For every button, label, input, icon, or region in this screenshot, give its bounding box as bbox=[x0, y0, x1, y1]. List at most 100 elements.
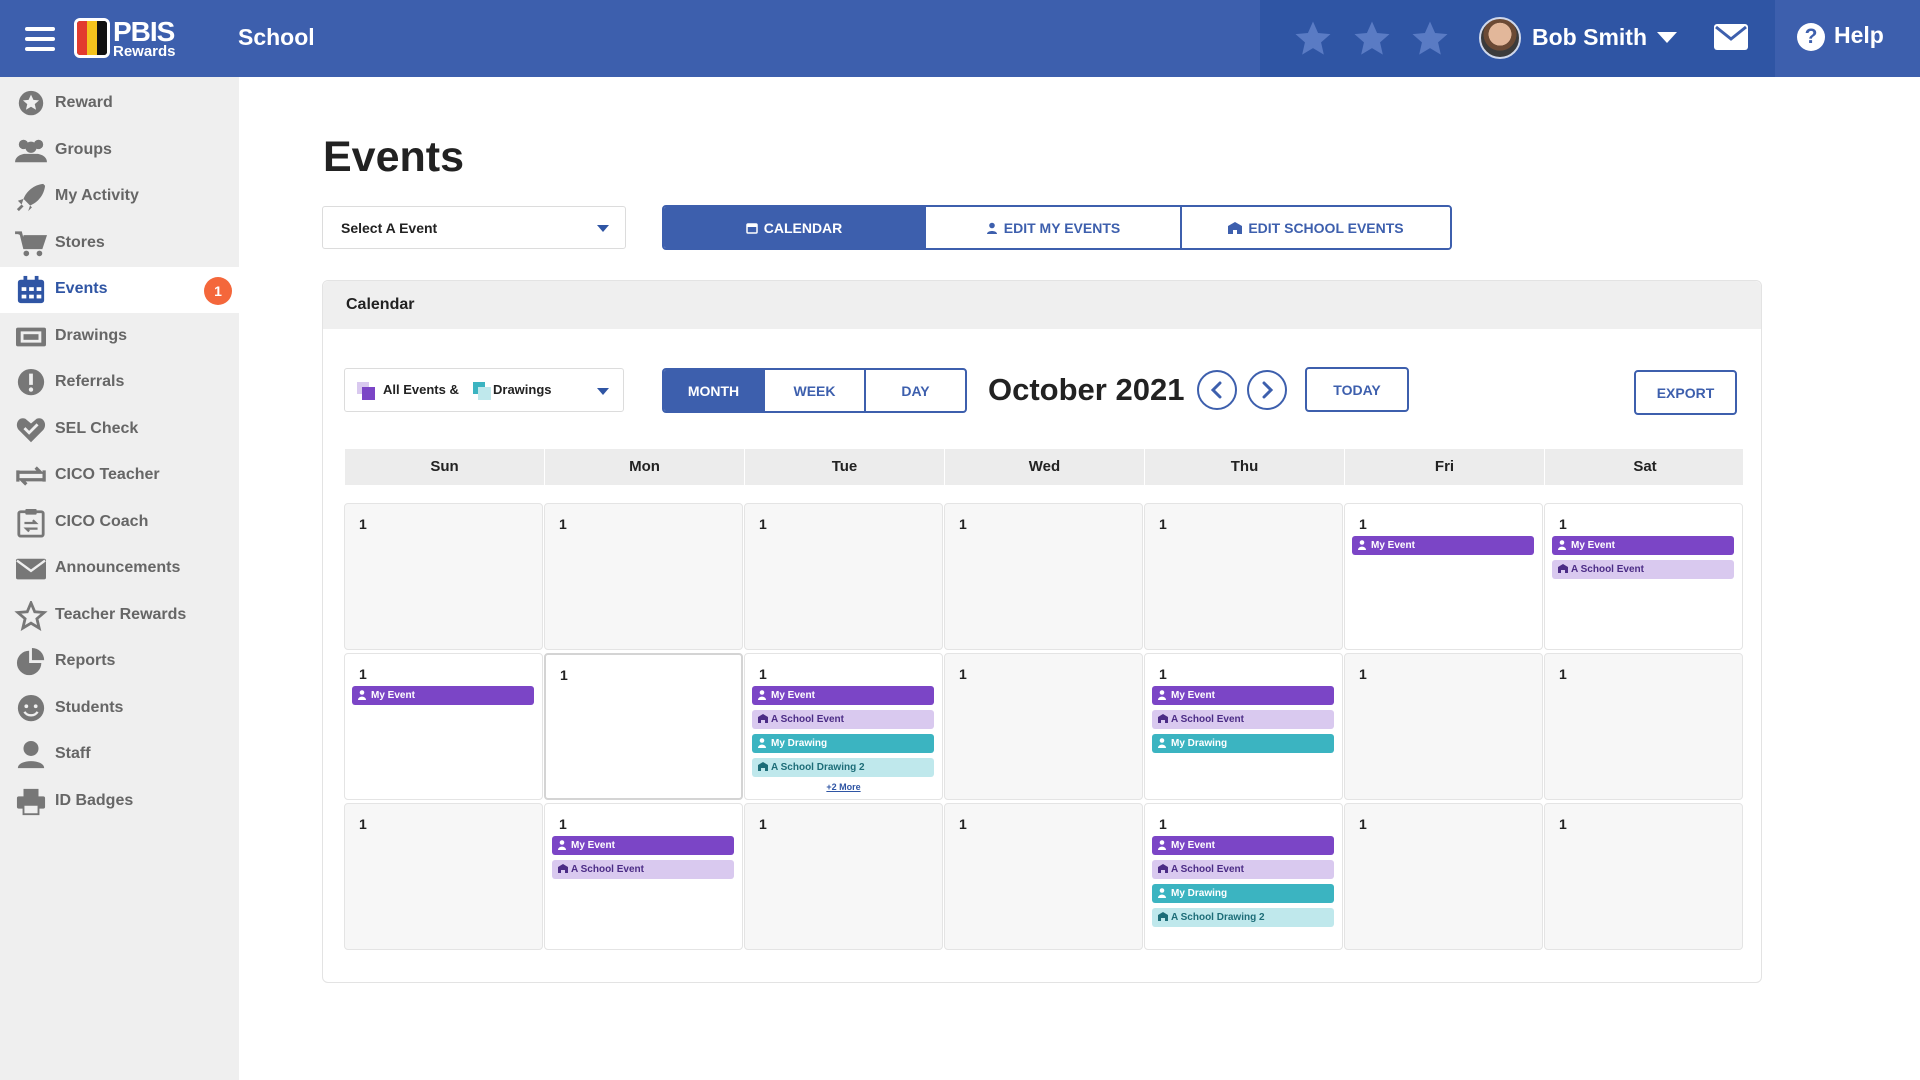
calendar-day-cell[interactable]: 1 My Event A School Event bbox=[1544, 503, 1743, 650]
today-button[interactable]: TODAY bbox=[1305, 367, 1409, 412]
school-event-chip[interactable]: A School Event bbox=[1152, 710, 1334, 729]
calendar-day-cell[interactable]: 1 bbox=[544, 653, 743, 800]
day-number: 1 bbox=[1559, 816, 1567, 832]
sidebar-item-label: Reports bbox=[55, 652, 116, 669]
my-drawing-chip[interactable]: My Drawing bbox=[752, 734, 934, 753]
chevron-down-icon[interactable] bbox=[1657, 32, 1677, 43]
event-label: My Drawing bbox=[1171, 738, 1228, 749]
next-month-button[interactable] bbox=[1247, 370, 1287, 410]
weekday-label: Mon bbox=[545, 449, 745, 485]
day-number: 1 bbox=[759, 816, 767, 832]
calendar-day-cell[interactable]: 1 bbox=[1144, 503, 1343, 650]
sidebar-item-events[interactable]: Events 1 bbox=[0, 267, 239, 313]
event-filter-select[interactable]: All Events & Drawings bbox=[344, 368, 624, 412]
my-event-chip[interactable]: My Event bbox=[1152, 686, 1334, 705]
school-drawing-chip[interactable]: A School Drawing 2 bbox=[752, 758, 934, 777]
calendar-day-cell[interactable]: 1 bbox=[944, 653, 1143, 800]
logo-line2: Rewards bbox=[113, 42, 176, 60]
envelope-icon bbox=[14, 554, 48, 584]
calendar-day-cell[interactable]: 1 bbox=[744, 503, 943, 650]
sidebar-item-staff[interactable]: Staff bbox=[0, 732, 239, 778]
tab-edit-school-events[interactable]: EDIT SCHOOL EVENTS bbox=[1182, 207, 1450, 248]
calendar-day-cell[interactable]: 1 bbox=[1344, 653, 1543, 800]
calendar-day-cell[interactable]: 1 bbox=[344, 503, 543, 650]
sidebar-item-reward[interactable]: Reward bbox=[0, 81, 239, 127]
chevron-down-icon bbox=[597, 388, 609, 395]
calendar-day-cell[interactable]: 1 My Event bbox=[344, 653, 543, 800]
tab-edit-my-events[interactable]: EDIT MY EVENTS bbox=[926, 207, 1182, 248]
event-select[interactable]: Select A Event bbox=[322, 206, 626, 249]
my-event-chip[interactable]: My Event bbox=[752, 686, 934, 705]
sidebar-item-groups[interactable]: Groups bbox=[0, 128, 239, 174]
user-name[interactable]: Bob Smith bbox=[1532, 24, 1647, 51]
my-drawing-chip[interactable]: My Drawing bbox=[1152, 884, 1334, 903]
my-event-chip[interactable]: My Event bbox=[1352, 536, 1534, 555]
sidebar-item-label: Students bbox=[55, 698, 124, 716]
day-number: 1 bbox=[1559, 666, 1567, 682]
mode-tabs: CALENDAR EDIT MY EVENTS EDIT SCHOOL EVEN… bbox=[662, 205, 1452, 250]
view-day-button[interactable]: DAY bbox=[866, 370, 965, 411]
sidebar-item-label: CICO Coach bbox=[55, 512, 149, 530]
sidebar-item-students[interactable]: Students bbox=[0, 686, 239, 732]
calendar-day-cell[interactable]: 1 bbox=[944, 803, 1143, 950]
help-icon[interactable]: ? bbox=[1797, 23, 1825, 51]
sidebar-item-cico-coach[interactable]: CICO Coach bbox=[0, 500, 239, 546]
day-number: 1 bbox=[559, 816, 567, 832]
event-label: My Event bbox=[1171, 690, 1215, 701]
calendar-day-cell[interactable]: 1 bbox=[944, 503, 1143, 650]
weekday-label: Sat bbox=[1633, 458, 1657, 475]
calendar-day-cell[interactable]: 1 My Event A School Event My Drawing bbox=[1144, 653, 1343, 800]
calendar-day-cell[interactable]: 1 bbox=[344, 803, 543, 950]
page-title: Events bbox=[323, 133, 465, 181]
pie-chart-icon bbox=[14, 647, 48, 677]
event-label: A School Drawing 2 bbox=[1171, 912, 1265, 923]
tab-calendar[interactable]: CALENDAR bbox=[664, 207, 926, 248]
calendar-day-cell[interactable]: 1 bbox=[1544, 653, 1743, 800]
sidebar-item-teacher-rewards[interactable]: Teacher Rewards bbox=[0, 593, 239, 639]
my-event-chip[interactable]: My Event bbox=[552, 836, 734, 855]
calendar-day-cell[interactable]: 1 My Event A School Event My Drawing A Schoo… bbox=[744, 653, 943, 800]
school-event-chip[interactable]: A School Event bbox=[752, 710, 934, 729]
view-month-button[interactable]: MONTH bbox=[664, 370, 765, 411]
export-button[interactable]: EXPORT bbox=[1634, 370, 1737, 415]
help-link[interactable]: Help bbox=[1834, 22, 1884, 49]
my-event-chip[interactable]: My Event bbox=[1552, 536, 1734, 555]
prev-month-button[interactable] bbox=[1197, 370, 1237, 410]
sidebar-item-referrals[interactable]: Referrals bbox=[0, 360, 239, 406]
my-event-chip[interactable]: My Event bbox=[1152, 836, 1334, 855]
calendar-day-cell[interactable]: 1 My Event A School Event My Drawing A Schoo… bbox=[1144, 803, 1343, 950]
sidebar-item-label: Stores bbox=[55, 233, 105, 251]
menu-icon[interactable] bbox=[25, 27, 55, 51]
pbis-logo[interactable]: PBIS Rewards bbox=[74, 16, 176, 60]
calendar-day-cell[interactable]: 1 My Event bbox=[1344, 503, 1543, 650]
sidebar-item-stores[interactable]: Stores bbox=[0, 221, 239, 267]
my-drawing-chip[interactable]: My Drawing bbox=[1152, 734, 1334, 753]
calendar-day-cell[interactable]: 1 bbox=[744, 803, 943, 950]
my-event-chip[interactable]: My Event bbox=[352, 686, 534, 705]
school-drawing-chip[interactable]: A School Drawing 2 bbox=[1152, 908, 1334, 927]
sidebar-item-label: Events bbox=[55, 280, 108, 297]
view-week-button[interactable]: WEEK bbox=[765, 370, 866, 411]
school-event-chip[interactable]: A School Event bbox=[1552, 560, 1734, 579]
sidebar-item-my-activity[interactable]: My Activity bbox=[0, 174, 239, 220]
calendar-day-cell[interactable]: 1 bbox=[1344, 803, 1543, 950]
avatar[interactable] bbox=[1479, 17, 1521, 59]
sidebar-item-reports[interactable]: Reports bbox=[0, 639, 239, 685]
events-swatch-icon bbox=[357, 382, 375, 400]
more-events-link[interactable]: +2 More bbox=[745, 782, 942, 792]
calendar-icon bbox=[14, 275, 48, 305]
sidebar-item-announcements[interactable]: Announcements bbox=[0, 546, 239, 592]
sidebar-item-id-badges[interactable]: ID Badges bbox=[0, 779, 239, 825]
school-event-chip[interactable]: A School Event bbox=[1152, 860, 1334, 879]
day-number: 1 bbox=[359, 516, 367, 532]
sidebar-item-sel-check[interactable]: SEL Check bbox=[0, 407, 239, 453]
day-number: 1 bbox=[959, 666, 967, 682]
sidebar-item-cico-teacher[interactable]: CICO Teacher bbox=[0, 453, 239, 499]
sidebar-item-drawings[interactable]: Drawings bbox=[0, 314, 239, 360]
calendar-day-cell[interactable]: 1 My Event A School Event bbox=[544, 803, 743, 950]
mail-icon[interactable] bbox=[1714, 24, 1748, 50]
calendar-day-cell[interactable]: 1 bbox=[1544, 803, 1743, 950]
logo-mark bbox=[74, 18, 110, 58]
calendar-day-cell[interactable]: 1 bbox=[544, 503, 743, 650]
school-event-chip[interactable]: A School Event bbox=[552, 860, 734, 879]
